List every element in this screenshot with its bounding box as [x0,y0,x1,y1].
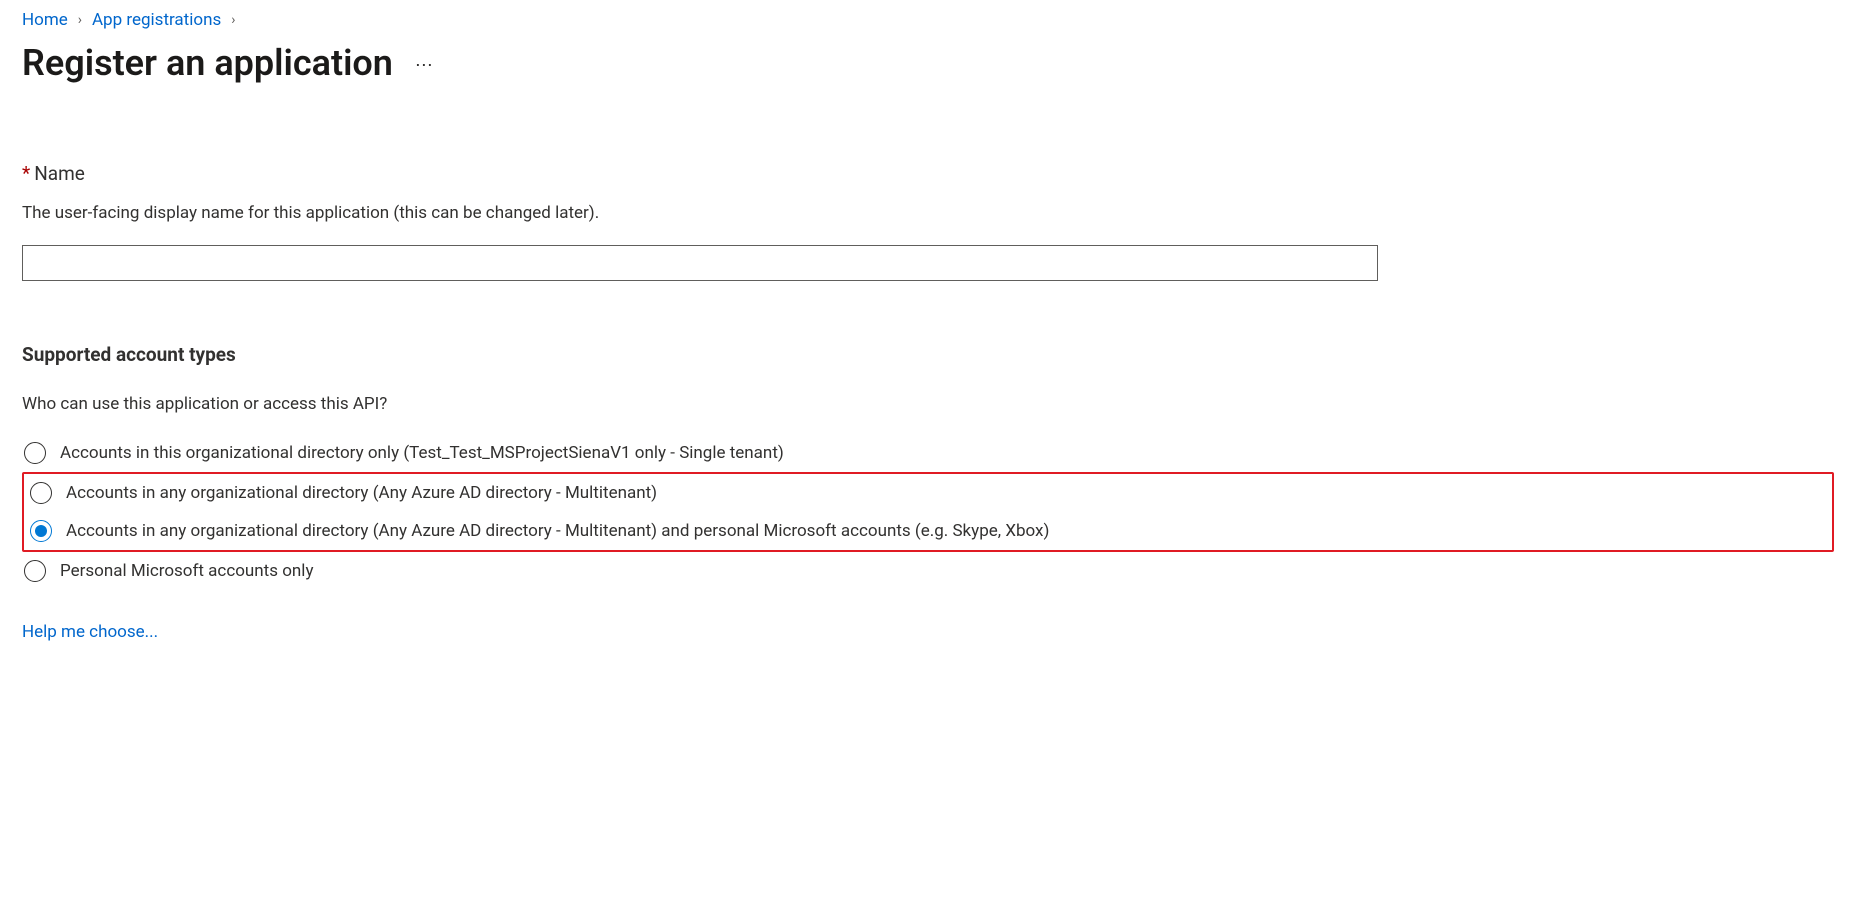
radio-icon[interactable] [24,442,46,464]
name-field-label: Name [34,162,85,185]
highlighted-options-box: Accounts in any organizational directory… [22,472,1834,552]
supported-account-types-question: Who can use this application or access t… [22,394,1834,414]
page-title-row: Register an application ⋯ [22,42,1834,84]
account-type-radio-group: Accounts in this organizational director… [22,434,1834,590]
supported-account-types-header: Supported account types [22,343,1834,366]
chevron-right-icon: › [231,12,235,28]
radio-icon[interactable] [24,560,46,582]
radio-dot [35,525,47,537]
help-me-choose-link[interactable]: Help me choose... [22,622,158,642]
account-type-option-label: Personal Microsoft accounts only [60,561,313,581]
chevron-right-icon: › [78,12,82,28]
account-type-option-multitenant-personal[interactable]: Accounts in any organizational directory… [26,512,1830,550]
radio-icon[interactable] [30,482,52,504]
account-type-option-personal-only[interactable]: Personal Microsoft accounts only [22,552,1834,590]
account-type-option-single-tenant[interactable]: Accounts in this organizational director… [22,434,1834,472]
breadcrumb-home-link[interactable]: Home [22,10,68,30]
breadcrumb: Home › App registrations › [22,10,1834,30]
more-icon[interactable]: ⋯ [415,55,434,76]
required-asterisk: * [22,162,30,185]
account-type-option-label: Accounts in this organizational director… [60,443,784,463]
account-type-option-label: Accounts in any organizational directory… [66,521,1049,541]
account-type-option-label: Accounts in any organizational directory… [66,483,657,503]
name-field-description: The user-facing display name for this ap… [22,203,1834,223]
account-type-option-multitenant[interactable]: Accounts in any organizational directory… [26,474,1830,512]
page-title: Register an application [22,42,393,84]
name-field-label-row: * Name [22,162,1834,185]
breadcrumb-app-registrations-link[interactable]: App registrations [92,10,221,30]
radio-icon-selected[interactable] [30,520,52,542]
name-input[interactable] [22,245,1378,281]
